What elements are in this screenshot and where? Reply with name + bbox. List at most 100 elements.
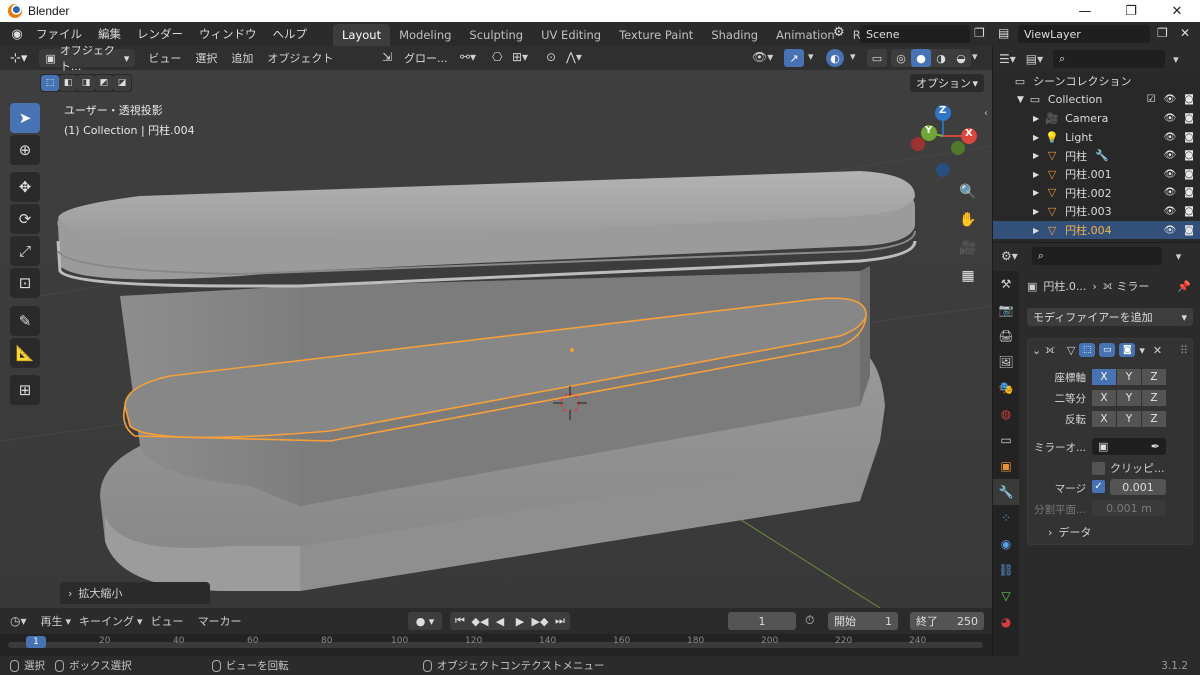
gizmo-dropdown-icon[interactable]: ▾ [808, 50, 814, 63]
eyedropper-icon[interactable]: ✒ [1151, 440, 1160, 453]
options-dropdown[interactable]: オプション ▾ [910, 74, 984, 92]
tab-material[interactable]: ◕ [993, 609, 1019, 635]
remove-modifier-icon[interactable]: ✕ [1153, 344, 1162, 357]
viewlayer-icon[interactable]: ▤ [998, 26, 1009, 40]
auto-keying-button[interactable]: ● ▾ [408, 612, 442, 630]
jump-end-icon[interactable]: ⏭ [550, 612, 570, 630]
rotate-tool-button[interactable]: ⟳ [10, 204, 40, 234]
outliner-item-cylinder[interactable]: ▶ ▽ 円柱 🔧 👁 ◙ [993, 146, 1200, 165]
axis-x-toggle[interactable]: X [1092, 369, 1116, 385]
clipping-checkbox[interactable] [1092, 461, 1105, 475]
eye-icon[interactable]: 👁 [1164, 132, 1177, 143]
expand-arrow-icon[interactable]: ▼ [1017, 95, 1024, 105]
play-reverse-icon[interactable]: ◀ [490, 612, 510, 630]
edit-mode-toggle-icon[interactable]: ⬚ [1079, 343, 1096, 357]
tab-texture-paint[interactable]: Texture Paint [610, 24, 702, 46]
display-mode-icon[interactable]: ▤▾ [1026, 52, 1043, 66]
tab-view-layer[interactable]: 🖼 [993, 349, 1019, 375]
eye-icon[interactable]: 👁 [1164, 113, 1177, 124]
properties-editor-type-icon[interactable]: ⚙▾ [1001, 249, 1018, 263]
shading-dropdown-icon[interactable]: ▾ [972, 50, 978, 63]
move-tool-button[interactable]: ✥ [10, 172, 40, 202]
tab-uv-editing[interactable]: UV Editing [532, 24, 610, 46]
stopwatch-icon[interactable]: ⏱ [805, 613, 814, 628]
select-extend-icon[interactable]: ◧ [59, 75, 77, 91]
snap-target-icon[interactable]: ⊞▾ [512, 50, 528, 64]
chevron-down-icon[interactable]: ▾ [1176, 250, 1182, 263]
tab-layout[interactable]: Layout [333, 24, 391, 46]
collapse-chevron-icon[interactable]: ⌄ [1032, 344, 1041, 357]
camera-render-icon[interactable]: ◙ [1184, 150, 1194, 161]
flip-z-toggle[interactable]: Z [1142, 411, 1166, 427]
pin-icon[interactable]: 📌 [1177, 280, 1191, 293]
maximize-button[interactable]: ❐ [1108, 0, 1154, 22]
flip-x-toggle[interactable]: X [1092, 411, 1116, 427]
tab-render[interactable]: 📷 [993, 297, 1019, 323]
eye-icon[interactable]: 👁 [1164, 150, 1177, 161]
viewlayer-field[interactable]: ViewLayer [1018, 25, 1150, 43]
scene-selector-icon[interactable]: ⚙ [833, 25, 845, 40]
axis-y-toggle[interactable]: Y [1117, 369, 1141, 385]
gizmo-toggle-icon[interactable]: ↗ [784, 49, 804, 67]
new-viewlayer-icon[interactable]: ❐ [1157, 26, 1168, 40]
flip-y-toggle[interactable]: Y [1117, 411, 1141, 427]
menu-render[interactable]: レンダー [129, 26, 191, 42]
mirror-object-field[interactable]: ▣ ✒ [1092, 438, 1166, 455]
jump-start-icon[interactable]: ⏮ [450, 612, 470, 630]
transform-tool-button[interactable]: ⊡ [10, 268, 40, 298]
overlay-toggle-icon[interactable]: ◐ [826, 49, 844, 67]
viewport-menu-add[interactable]: 追加 [224, 50, 260, 66]
camera-render-icon[interactable]: ◙ [1184, 225, 1194, 236]
visibility-icon[interactable]: 👁▾ [752, 50, 773, 64]
add-modifier-button[interactable]: モディファイアーを追加 ▾ [1027, 308, 1193, 326]
timeline-menu-keying[interactable]: キーイング [79, 613, 134, 629]
close-window-button[interactable]: ✕ [1154, 0, 1200, 22]
camera-render-icon[interactable]: ◙ [1184, 169, 1194, 180]
camera-view-button[interactable]: 🎥 [955, 235, 981, 261]
bisect-x-toggle[interactable]: X [1092, 390, 1116, 406]
camera-render-icon[interactable]: ◙ [1184, 132, 1194, 143]
menu-edit[interactable]: 編集 [90, 26, 129, 42]
drag-handle-icon[interactable]: ⠿ [1180, 344, 1188, 357]
select-intersect-icon[interactable]: ◪ [113, 75, 131, 91]
camera-render-icon[interactable]: ◙ [1184, 113, 1194, 124]
eye-icon[interactable]: 👁 [1164, 225, 1177, 236]
timeline-ruler[interactable]: 1 20 40 60 80 100 120 140 160 180 200 22… [0, 634, 992, 656]
expand-arrow-icon[interactable]: ▶ [1033, 151, 1039, 160]
bisect-distance-field[interactable]: 0.001 m [1092, 500, 1166, 516]
remove-viewlayer-icon[interactable]: ✕ [1180, 26, 1190, 40]
outliner-item-camera[interactable]: ▶ 🎥 Camera 👁 ◙ [993, 109, 1200, 128]
camera-render-icon[interactable]: ◙ [1184, 187, 1194, 198]
scale-tool-button[interactable]: ⤢ [10, 236, 40, 266]
data-subpanel-header[interactable]: › データ [1048, 524, 1091, 540]
tab-particles[interactable]: ⁘ [993, 505, 1019, 531]
menu-file[interactable]: ファイル [28, 26, 90, 42]
play-icon[interactable]: ▶ [510, 612, 530, 630]
tab-modifiers[interactable]: 🔧 [993, 479, 1019, 505]
viewport-menu-select[interactable]: 選択 [188, 50, 224, 66]
camera-render-icon[interactable]: ◙ [1184, 94, 1194, 105]
snap-icon[interactable]: ⎔ [492, 50, 502, 64]
edit-mode-cage-icon[interactable]: ▽ [1067, 344, 1075, 357]
tab-output[interactable]: 🖨 [993, 323, 1019, 349]
chevron-down-icon[interactable]: ▾ [1139, 344, 1145, 357]
merge-checkbox[interactable]: ✓ [1092, 480, 1105, 493]
falloff-icon[interactable]: ⋀▾ [566, 50, 582, 64]
editor-type-icon[interactable]: ⊹▾ [10, 51, 27, 66]
timeline-menu-view[interactable]: ビュー [151, 613, 184, 629]
tab-constraints[interactable]: ⛓ [993, 557, 1019, 583]
pivot-point-icon[interactable]: ⚯▾ [460, 50, 476, 64]
select-new-icon[interactable]: ⬚ [41, 75, 59, 91]
scene-collection-row[interactable]: ▭ シーンコレクション [993, 72, 1200, 91]
viewport-display-toggle-icon[interactable]: ▭ [1099, 343, 1116, 357]
outliner-item-cylinder-001[interactable]: ▶ ▽ 円柱.001 👁 ◙ [993, 165, 1200, 184]
tab-data[interactable]: ▽ [993, 583, 1019, 609]
eye-icon[interactable]: 👁 [1164, 94, 1177, 105]
measure-tool-button[interactable]: 📐 [10, 338, 40, 368]
toggle-ortho-button[interactable]: ▦ [955, 263, 981, 289]
expand-arrow-icon[interactable]: ▶ [1033, 207, 1039, 216]
expand-arrow-icon[interactable]: ▶ [1033, 188, 1039, 197]
wrench-modifier-icon[interactable]: 🔧 [1095, 149, 1109, 162]
next-keyframe-icon[interactable]: ▶◆ [530, 612, 550, 630]
timeline-editor-type-icon[interactable]: ◷▾ [10, 614, 27, 628]
